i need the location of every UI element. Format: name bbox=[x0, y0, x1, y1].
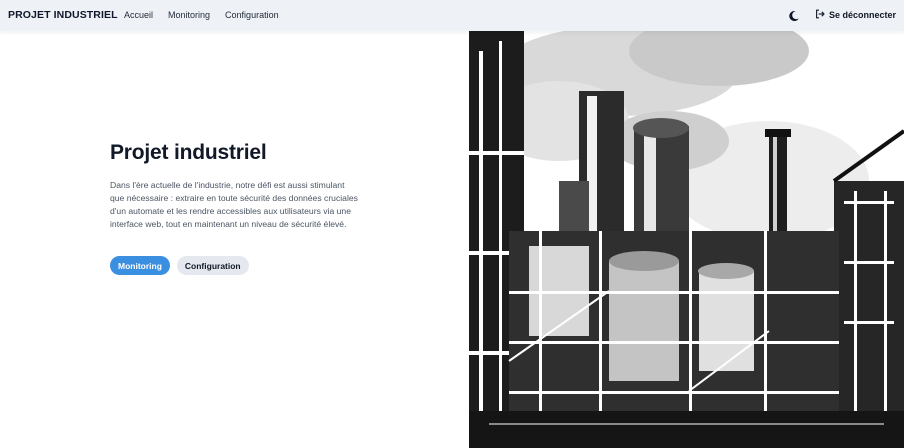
logout-label: Se déconnecter bbox=[829, 10, 897, 20]
moon-icon[interactable] bbox=[788, 9, 800, 22]
hero-title: Projet industriel bbox=[110, 141, 267, 165]
hero-description: Dans l'ère actuelle de l'industrie, notr… bbox=[110, 180, 358, 229]
logout-icon bbox=[815, 9, 825, 21]
industrial-plant-illustration bbox=[469, 31, 904, 448]
hero-buttons: Monitoring Configuration bbox=[110, 256, 249, 275]
top-navbar: PROJET INDUSTRIEL Accueil Monitoring Con… bbox=[0, 0, 904, 31]
hero-title-text: Projet industriel bbox=[110, 141, 267, 164]
logout-button[interactable]: Se déconnecter bbox=[815, 9, 896, 21]
hero-section bbox=[0, 31, 469, 448]
nav-links: Accueil Monitoring Configuration bbox=[124, 10, 279, 20]
hero-title-wrap: Projet industriel bbox=[110, 141, 267, 165]
configuration-button[interactable]: Configuration bbox=[176, 256, 249, 275]
nav-link-monitoring[interactable]: Monitoring bbox=[168, 10, 210, 20]
nav-link-accueil[interactable]: Accueil bbox=[124, 10, 153, 20]
monitoring-button[interactable]: Monitoring bbox=[110, 256, 170, 275]
nav-link-configuration[interactable]: Configuration bbox=[225, 10, 279, 20]
brand-title[interactable]: PROJET INDUSTRIEL bbox=[8, 9, 118, 21]
